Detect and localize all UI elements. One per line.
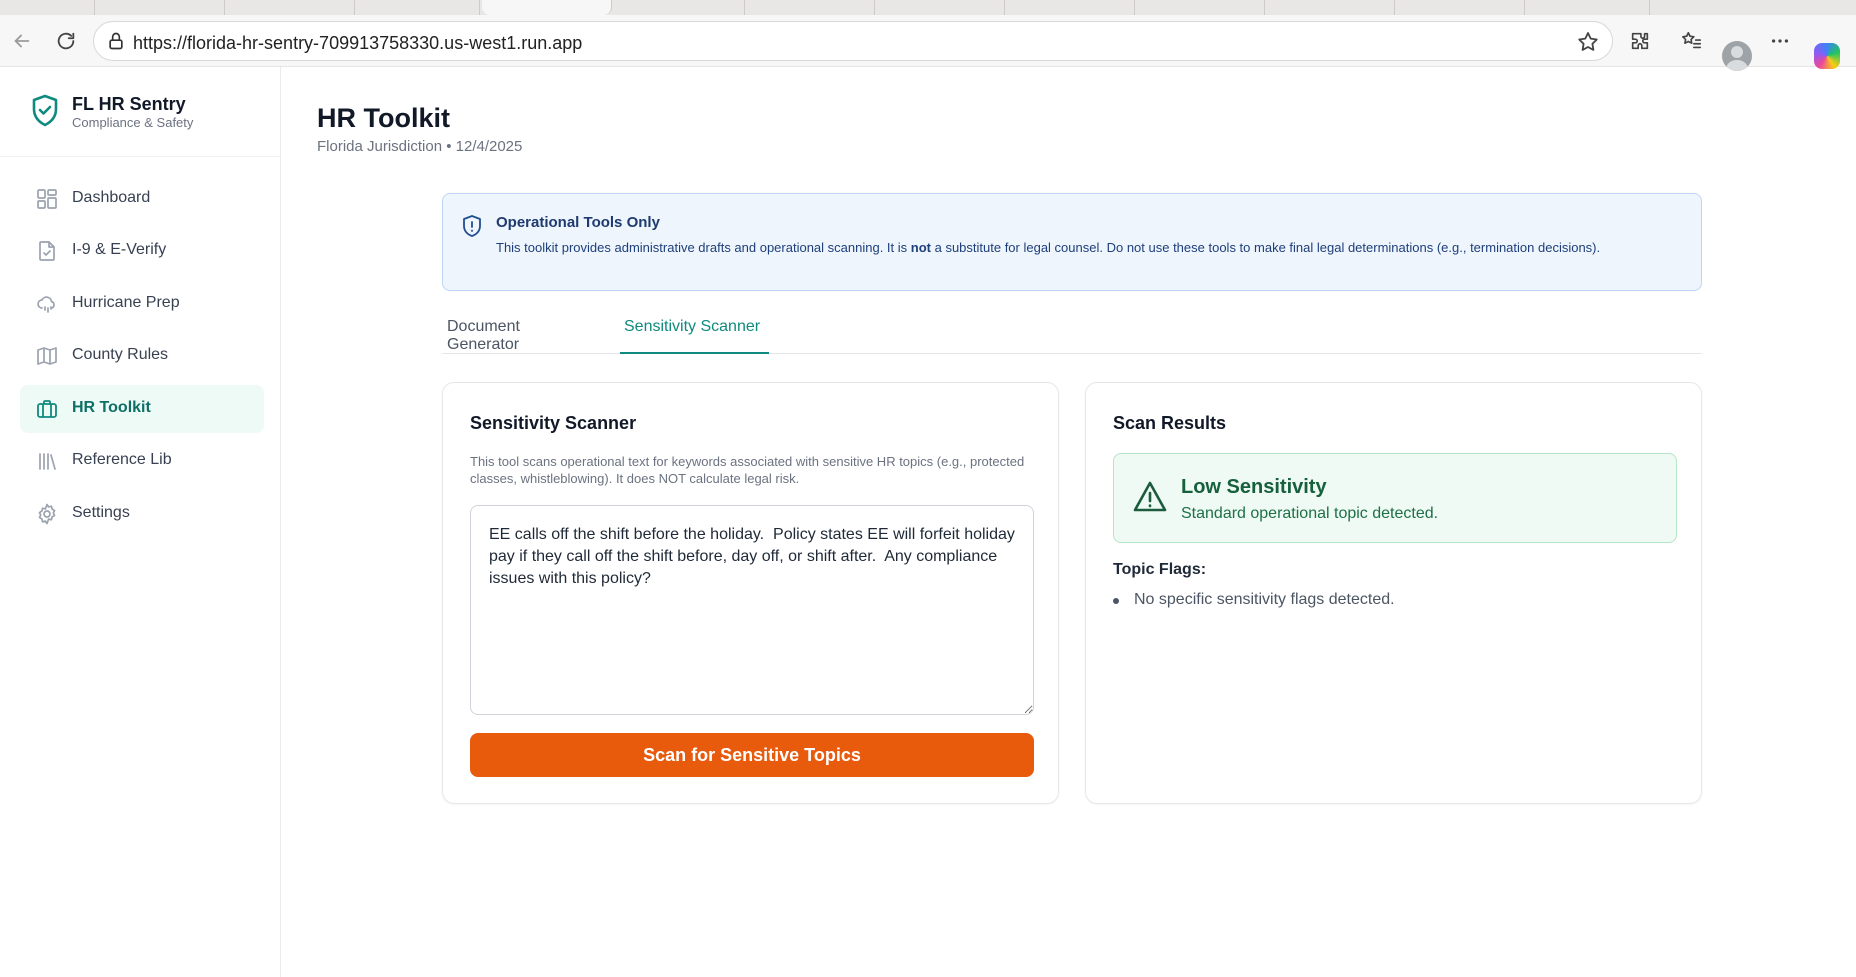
topic-flag-item: No specific sensitivity flags detected. [1113, 591, 1395, 609]
notice-text: This toolkit provides administrative dra… [496, 239, 1656, 256]
sensitivity-scanner-card: Sensitivity Scanner This tool scans oper… [442, 382, 1059, 804]
browser-tab[interactable] [1395, 0, 1525, 15]
scan-results-card: Scan Results Low Sensitivity Standard op… [1085, 382, 1702, 804]
topic-flags-heading: Topic Flags: [1113, 561, 1207, 578]
sidebar-item-i9-everify[interactable]: I-9 & E-Verify [20, 227, 264, 275]
browser-tab-strip [0, 0, 1856, 15]
lock-icon [109, 32, 123, 50]
browser-tab[interactable] [0, 0, 95, 15]
shield-check-icon [32, 94, 58, 127]
tab-document-generator[interactable]: Document Generator [447, 306, 585, 354]
brand-header: FL HR Sentry Compliance & Safety [0, 67, 280, 157]
map-icon [37, 347, 57, 365]
sidebar-item-label: Dashboard [72, 189, 151, 206]
sensitivity-level: Low Sensitivity [1181, 476, 1327, 498]
sidebar-item-county-rules[interactable]: County Rules [20, 332, 264, 380]
app-tagline: Compliance & Safety [72, 115, 194, 130]
browser-tab[interactable] [225, 0, 355, 15]
page-title: HR Toolkit [317, 103, 450, 133]
sidebar-item-label: Reference Lib [72, 451, 172, 468]
profile-avatar[interactable] [1722, 41, 1752, 71]
browser-tab[interactable] [1525, 0, 1650, 15]
sidebar-item-reference-lib[interactable]: Reference Lib [20, 437, 264, 485]
notice-text-part: This toolkit provides administrative dra… [496, 240, 911, 255]
browser-tab[interactable] [355, 0, 480, 15]
scanner-title: Sensitivity Scanner [470, 413, 637, 433]
sensitivity-status-box: Low Sensitivity Standard operational top… [1113, 453, 1677, 543]
notice-text-bold: not [910, 240, 931, 255]
app-name: FL HR Sentry [72, 94, 186, 114]
scan-text-input[interactable]: EE calls off the shift before the holida… [470, 505, 1034, 715]
browser-toolbar: https://florida-hr-sentry-709913758330.u… [0, 15, 1856, 71]
browser-tab[interactable] [875, 0, 1005, 15]
gear-icon [38, 503, 56, 525]
library-icon [39, 453, 56, 470]
sidebar-item-label: County Rules [72, 346, 169, 363]
sidebar-item-label: Hurricane Prep [72, 294, 180, 311]
sidebar-item-label: Settings [72, 504, 130, 521]
browser-tab[interactable] [615, 0, 745, 15]
browser-tab[interactable] [745, 0, 875, 15]
address-bar[interactable]: https://florida-hr-sentry-709913758330.u… [93, 21, 1613, 61]
more-options-icon[interactable] [1766, 27, 1794, 55]
toolkit-tabs: Document Generator Sensitivity Scanner [442, 306, 1702, 354]
notice-text-part: a substitute for legal counsel. Do not u… [930, 240, 1601, 255]
browser-tab-active[interactable] [482, 0, 612, 15]
briefcase-icon [37, 400, 57, 418]
storm-cloud-icon [37, 296, 55, 313]
copilot-icon[interactable] [1814, 43, 1840, 69]
favorite-star-icon[interactable] [1576, 30, 1600, 54]
back-arrow-icon[interactable] [8, 27, 36, 55]
sidebar-item-label: HR Toolkit [72, 399, 151, 416]
shield-alert-icon [463, 215, 481, 237]
dashboard-icon [37, 189, 57, 209]
reload-icon[interactable] [52, 27, 80, 55]
extensions-icon[interactable] [1626, 27, 1654, 55]
results-title: Scan Results [1113, 413, 1227, 433]
sidebar-item-settings[interactable]: Settings [20, 490, 264, 538]
browser-tab[interactable] [1005, 0, 1135, 15]
scanner-description: This tool scans operational text for key… [470, 454, 1025, 486]
browser-tab[interactable] [1135, 0, 1265, 15]
scan-button[interactable]: Scan for Sensitive Topics [470, 733, 1034, 777]
sidebar-item-hurricane-prep[interactable]: Hurricane Prep [20, 280, 264, 328]
sidebar-item-label: I-9 & E-Verify [72, 241, 167, 258]
tab-sensitivity-scanner[interactable]: Sensitivity Scanner [620, 306, 769, 354]
favorites-list-icon[interactable] [1678, 27, 1706, 55]
page-subtitle: Florida Jurisdiction • 12/4/2025 [317, 138, 523, 155]
notice-title: Operational Tools Only [496, 214, 660, 231]
sidebar: FL HR Sentry Compliance & Safety Dashboa… [0, 67, 281, 977]
browser-tab[interactable] [1265, 0, 1395, 15]
browser-tab[interactable] [95, 0, 225, 15]
info-notice: Operational Tools Only This toolkit prov… [442, 193, 1702, 291]
url-text[interactable]: https://florida-hr-sentry-709913758330.u… [133, 33, 582, 54]
document-check-icon [39, 241, 55, 261]
sensitivity-detail: Standard operational topic detected. [1181, 505, 1439, 522]
sidebar-item-hr-toolkit[interactable]: HR Toolkit [20, 385, 264, 433]
sidebar-item-dashboard[interactable]: Dashboard [20, 175, 264, 223]
warning-triangle-icon [1133, 481, 1167, 512]
